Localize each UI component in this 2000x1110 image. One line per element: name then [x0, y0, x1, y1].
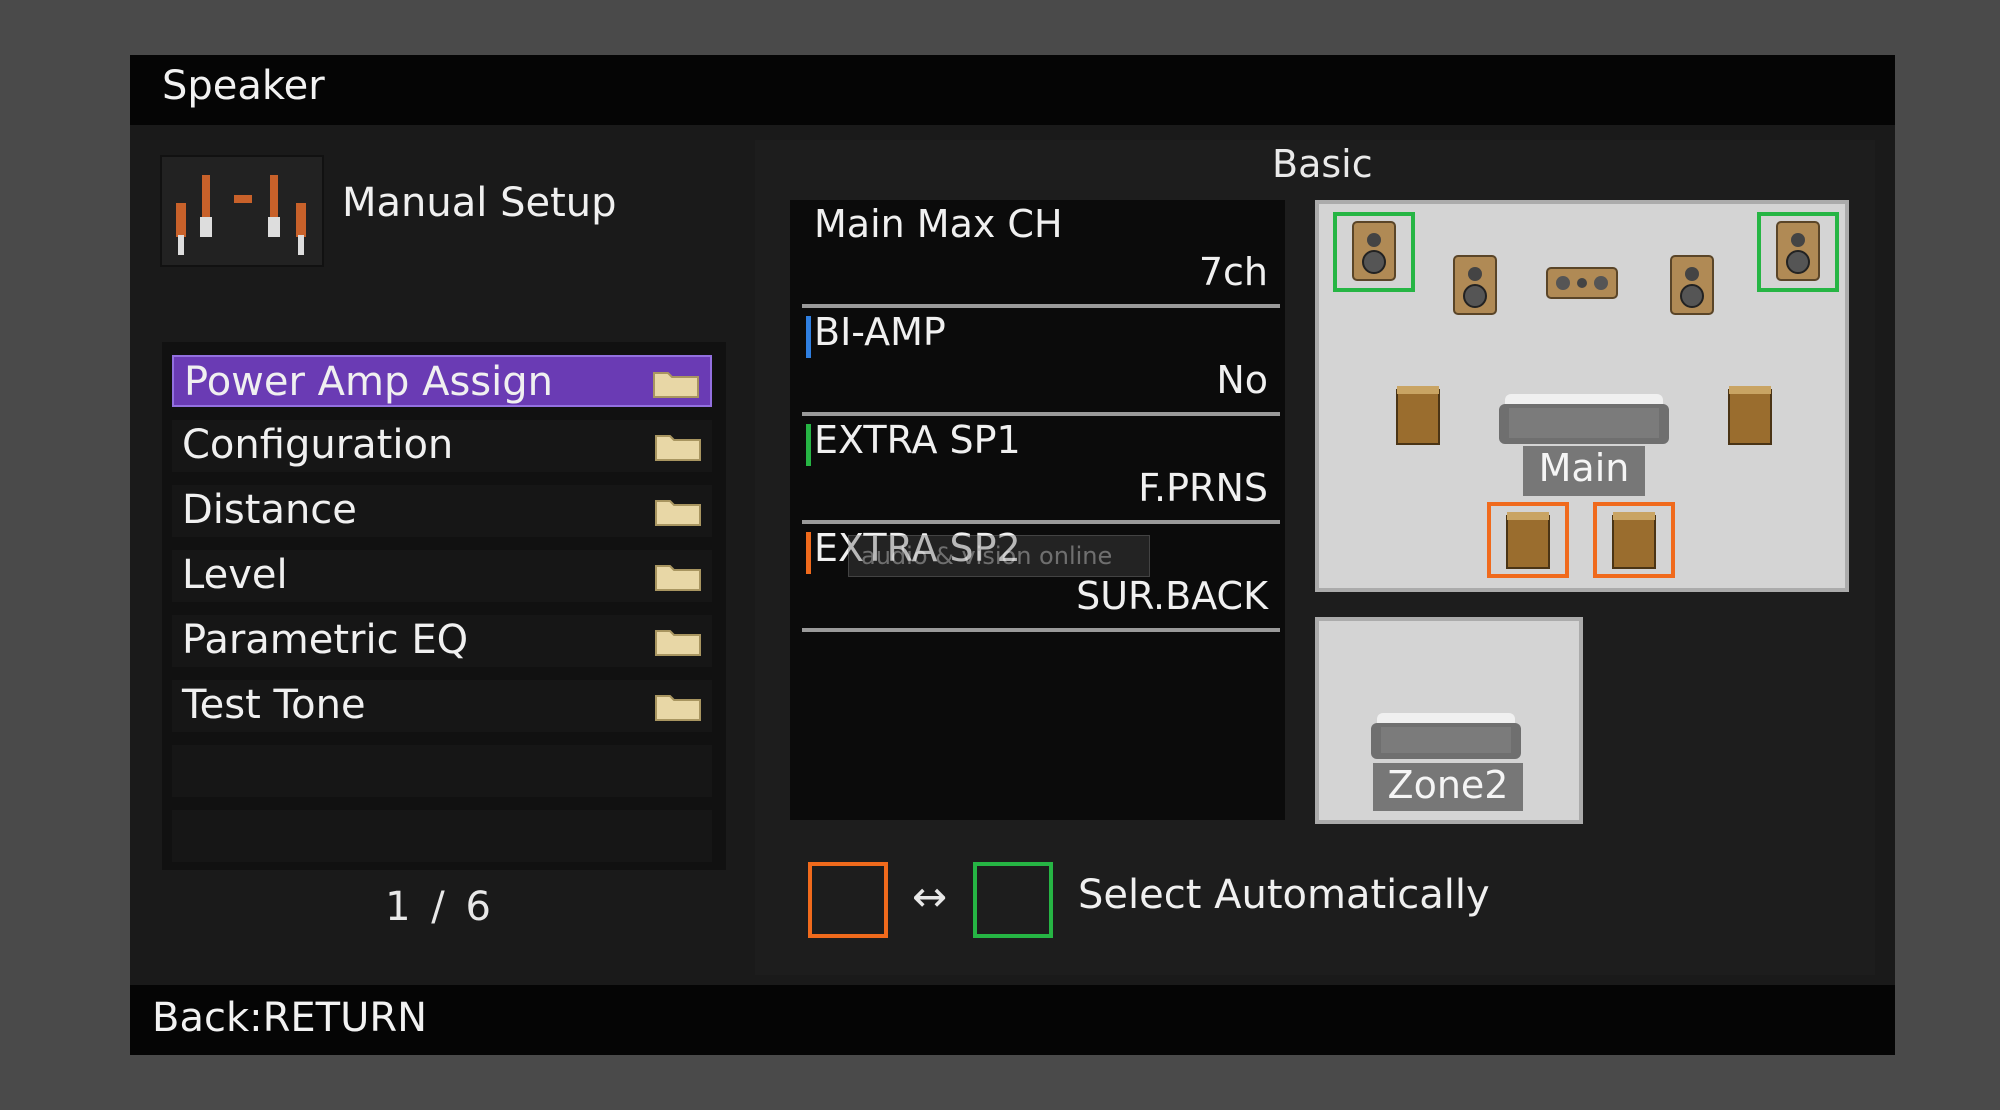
- speaker-surround-back-left-icon: [1506, 512, 1550, 569]
- param-value: No: [1216, 358, 1268, 402]
- menu-item-empty: [172, 810, 712, 862]
- setup-menu: Power Amp Assign Configuration Distance …: [162, 342, 726, 870]
- menu-item-parametric-eq[interactable]: Parametric EQ: [172, 615, 712, 667]
- green-color-box: [973, 862, 1053, 938]
- footer-bar: Back:RETURN: [130, 985, 1895, 1055]
- zone2-room-diagram: Zone2: [1315, 617, 1583, 824]
- select-automatically-label: Select Automatically: [1078, 872, 1490, 918]
- back-hint[interactable]: Back:RETURN: [152, 995, 427, 1041]
- menu-item-configuration[interactable]: Configuration: [172, 420, 712, 472]
- folder-icon: [655, 435, 701, 461]
- menu-item-level[interactable]: Level: [172, 550, 712, 602]
- folder-icon: [655, 695, 701, 721]
- menu-item-label: Power Amp Assign: [184, 359, 553, 405]
- green-indicator: [806, 424, 811, 466]
- main-zone-label: Main: [1523, 446, 1645, 496]
- menu-item-label: Configuration: [182, 422, 454, 468]
- speaker-front-left-icon: [1352, 221, 1396, 281]
- main-room-diagram: Main: [1315, 200, 1849, 592]
- folder-icon: [655, 630, 701, 656]
- speaker-surround-right-icon: [1728, 386, 1772, 445]
- param-extra-sp1[interactable]: EXTRA SP1 F.PRNS: [802, 416, 1280, 524]
- speaker-center-icon: [1546, 267, 1618, 299]
- speaker-front-right-icon: [1776, 221, 1820, 281]
- orange-indicator: [806, 532, 811, 574]
- speaker-presence-right-icon: [1670, 255, 1714, 315]
- folder-icon: [653, 372, 699, 398]
- param-main-max-ch[interactable]: Main Max CH 7ch: [802, 200, 1280, 308]
- sofa-icon: [1499, 394, 1669, 444]
- mode-label: Basic: [1272, 142, 1373, 186]
- title-bar: Speaker: [130, 55, 1895, 125]
- manual-setup-speakers-icon: [160, 155, 324, 267]
- menu-item-label: Test Tone: [182, 682, 366, 728]
- menu-item-distance[interactable]: Distance: [172, 485, 712, 537]
- page-title: Speaker: [162, 63, 325, 109]
- watermark: audio & vision online: [848, 535, 1150, 577]
- speaker-surround-left-icon: [1396, 386, 1440, 445]
- sofa-icon: [1371, 713, 1521, 759]
- menu-item-label: Parametric EQ: [182, 617, 469, 663]
- blue-indicator: [806, 316, 811, 358]
- page-indicator: 1 / 6: [385, 884, 491, 930]
- speaker-presence-left-icon: [1453, 255, 1497, 315]
- zone2-label: Zone2: [1373, 763, 1523, 811]
- param-value: 7ch: [1198, 250, 1268, 294]
- folder-icon: [655, 500, 701, 526]
- menu-item-label: Distance: [182, 487, 357, 533]
- param-value: F.PRNS: [1138, 466, 1268, 510]
- folder-icon: [655, 565, 701, 591]
- speaker-surround-back-right-icon: [1612, 512, 1656, 569]
- param-bi-amp[interactable]: BI-AMP No: [802, 308, 1280, 416]
- menu-item-test-tone[interactable]: Test Tone: [172, 680, 712, 732]
- param-name: EXTRA SP1: [814, 418, 1021, 462]
- orange-color-box: [808, 862, 888, 938]
- swap-arrow-icon: ↔: [912, 872, 948, 921]
- param-value: SUR.BACK: [1076, 574, 1268, 618]
- menu-item-power-amp-assign[interactable]: Power Amp Assign: [172, 355, 712, 407]
- param-name: BI-AMP: [814, 310, 946, 354]
- menu-item-empty: [172, 745, 712, 797]
- params-list: Main Max CH 7ch BI-AMP No EXTRA SP1 F.PR…: [790, 200, 1285, 820]
- param-name: Main Max CH: [814, 202, 1063, 246]
- manual-setup-label: Manual Setup: [342, 180, 617, 226]
- menu-item-label: Level: [182, 552, 288, 598]
